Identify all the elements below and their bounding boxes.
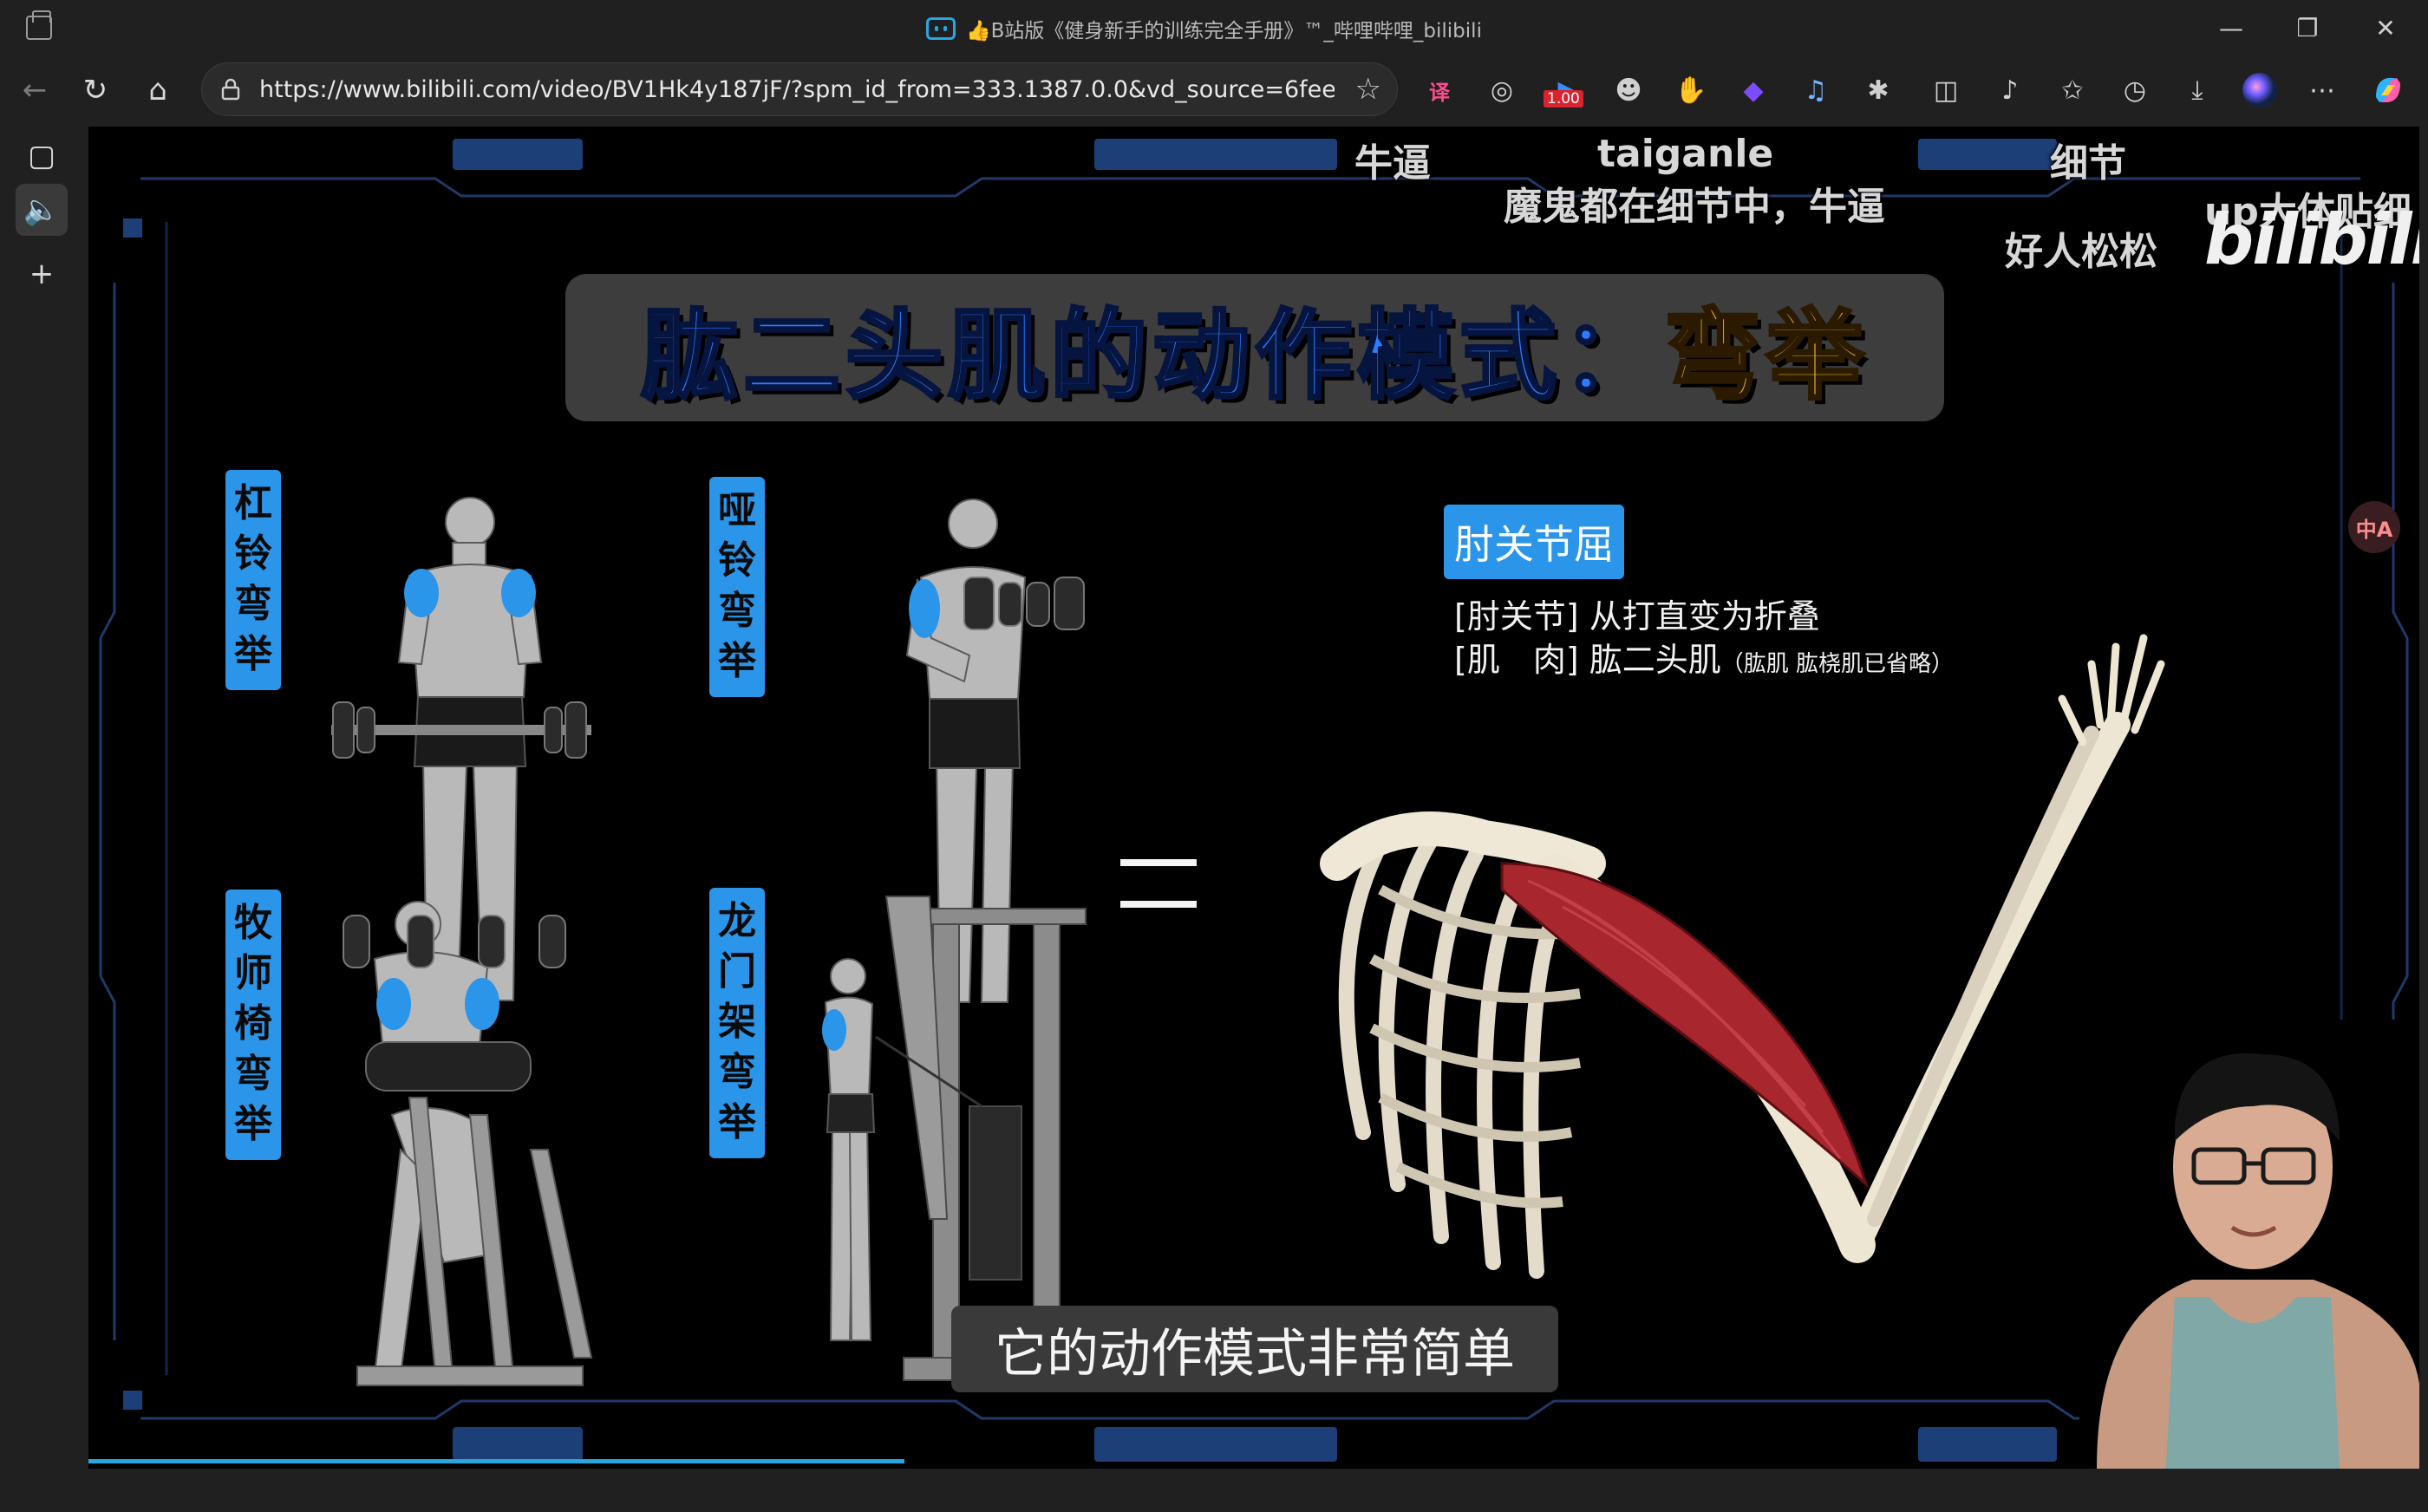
movement-tag: 肘关节屈 [1444,505,1624,579]
home-button[interactable]: ⌂ [134,66,182,114]
lock-icon [221,78,240,101]
preacher-curl-figure [343,901,593,1386]
label-char: 弯 [234,1052,272,1096]
bilibili-tv-icon [926,17,956,40]
music-extension-icon[interactable]: ♫ [1797,71,1835,109]
close-button[interactable]: ✕ [2346,7,2425,49]
layers-extension-icon[interactable]: ◆ [1734,71,1772,109]
facecam-presenter [2079,1020,2419,1469]
label-char: 师 [234,951,272,995]
exercise-label-preacher-curl: 牧 师 椅 弯 举 [225,890,281,1160]
label-char: 铃 [718,538,756,583]
video-player[interactable]: 牛逼 taiganle 细节 魔鬼都在细节中，牛逼 up大体贴细 好人松松 bi… [88,127,2419,1469]
label-char: 铃 [234,531,272,576]
danmaku-comment: taiganle [1597,132,1774,176]
speed-badge: 1.00 [1544,90,1583,108]
tab-actions-icon[interactable]: ▢ [16,130,68,182]
more-menu-icon[interactable]: ⋯ [2303,71,2341,109]
title-bar: 👍B站版《健身新手的训练完全手册》™_哔哩哔哩_bilibili — ❐ ✕ [0,0,2428,55]
translate-floating-button[interactable]: 中A [2348,501,2400,553]
split-screen-icon[interactable]: ◫ [1927,71,1965,109]
exercise-label-dumbbell-curl: 哑 铃 弯 举 [709,477,765,697]
label-char: 弯 [718,1050,756,1094]
danmaku-comment: 牛逼 [1354,141,1431,186]
label-char: 门 [718,949,756,994]
history-icon[interactable]: ◷ [2116,71,2154,109]
reload-button[interactable]: ↻ [71,66,120,114]
page-bottom-strip [88,1469,2428,1512]
video-progress-played[interactable] [88,1459,904,1463]
translate-extension-icon[interactable]: 译 [1420,71,1459,109]
label-char: 举 [234,632,272,676]
danmaku-comment: 细节 [2050,141,2126,186]
copilot-logo-icon [2376,78,2400,102]
extensions-puzzle-icon[interactable]: ✱ [1859,71,1897,109]
workspaces-icon[interactable] [26,10,52,40]
label-char: 杠 [234,481,272,525]
exercise-label-barbell-curl: 杠 铃 弯 举 [225,470,281,690]
downloads-icon[interactable]: ⤓ [2178,71,2216,109]
slide-title-highlight: 弯举 [1662,298,1869,414]
spy-extension-icon[interactable]: ☻ [1609,71,1648,109]
favorite-star-icon[interactable]: ☆ [1355,72,1381,107]
slide-title: 肱二头肌的动作模式： 弯举 [565,274,1944,421]
favorites-icon[interactable]: ✩ [2053,71,2092,109]
bilibili-watermark: bilibili [2204,199,2419,280]
copilot-icon[interactable] [2369,71,2407,109]
minimize-button[interactable]: — [2192,7,2270,49]
address-bar[interactable]: https://www.bilibili.com/video/BV1Hk4y18… [201,62,1398,116]
label-char: 举 [234,1102,272,1146]
label-char: 举 [718,639,756,683]
slide-title-main: 肱二头肌的动作模式： [639,298,1664,414]
glasses-extension-icon[interactable]: ◎ [1483,71,1521,109]
exercise-label-cable-curl: 龙 门 架 弯 举 [709,888,765,1158]
danmaku-comment: 好人松松 [2005,230,2157,274]
vertical-tabs-sidebar: ▢ 🔈 + [0,125,83,1512]
media-control-icon[interactable]: ♪ [1991,71,2029,109]
slide-title-box: 肱二头肌的动作模式： 弯举 [565,274,1944,421]
label-char: 举 [718,1100,756,1144]
anatomy-skeleton-arm [1320,634,2165,1279]
label-char: 椅 [234,1001,272,1046]
browser-toolbar: ← ↻ ⌂ https://www.bilibili.com/video/BV1… [0,55,2428,125]
new-tab-icon[interactable]: + [16,248,68,300]
tab-title: 👍B站版《健身新手的训练完全手册》™_哔哩哔哩_bilibili [926,14,1482,43]
danmaku-comment: 魔鬼都在细节中，牛逼 [1504,185,1885,229]
url-text[interactable]: https://www.bilibili.com/video/BV1Hk4y18… [259,76,1335,103]
label-char: 弯 [718,589,756,633]
profile-avatar-icon [2242,73,2277,108]
equals-sign [1120,859,1197,911]
back-button[interactable]: ← [10,66,59,114]
video-subtitle: 它的动作模式非常简单 [951,1306,1558,1392]
label-char: 牧 [234,901,272,945]
audio-tab-icon[interactable]: 🔈 [16,184,68,236]
restore-button[interactable]: ❐ [2268,7,2346,49]
label-char: 弯 [234,582,272,626]
profile-avatar[interactable] [2241,71,2279,109]
stop-extension-icon[interactable]: ✋ [1672,71,1710,109]
label-char: 哑 [718,488,756,532]
label-char: 龙 [718,899,756,943]
label-char: 架 [718,1000,756,1044]
tab-title-text: 👍B站版《健身新手的训练完全手册》™_哔哩哔哩_bilibili [966,20,1482,42]
